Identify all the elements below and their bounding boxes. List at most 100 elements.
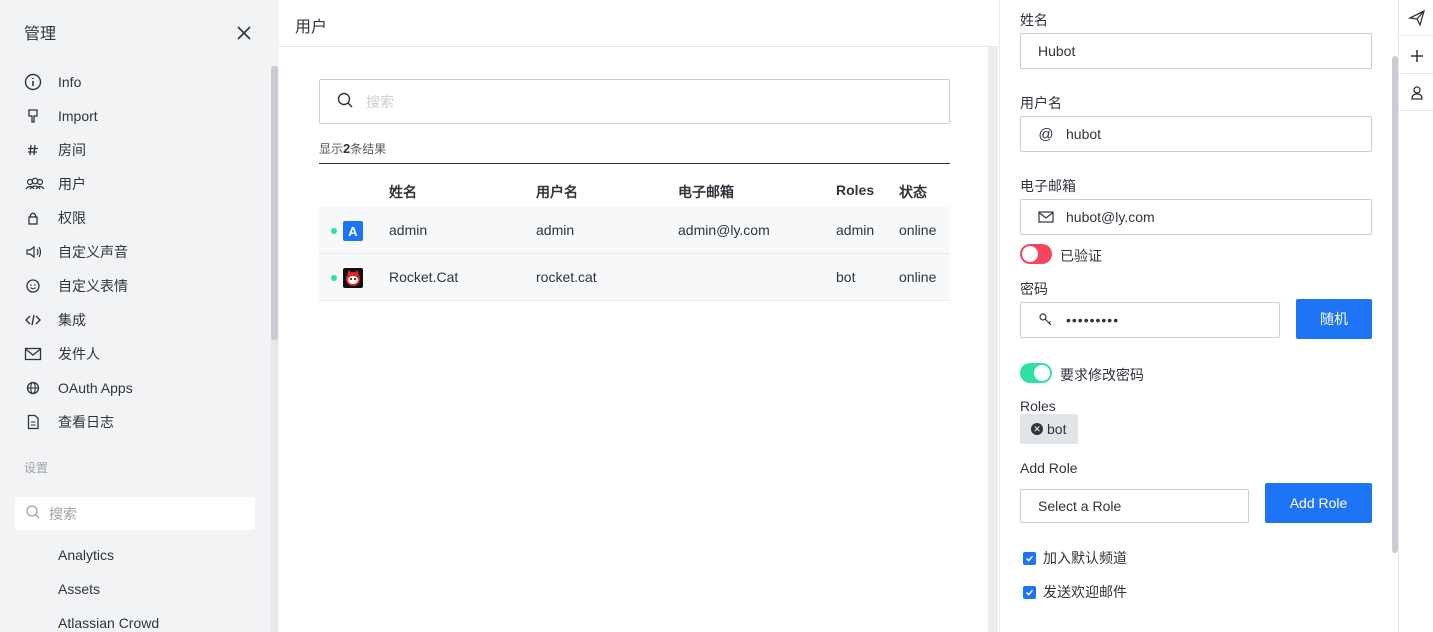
sidebar-item-label: 自定义声音 — [58, 244, 128, 260]
user-edit-panel: 姓名 Hubot 用户名 @ hubot 电子邮箱 hubot@ly.com 已… — [999, 0, 1398, 632]
sidebar-item-label: OAuth Apps — [58, 380, 133, 396]
email-label: 电子邮箱 — [1020, 178, 1076, 194]
avatar: A — [343, 221, 363, 241]
role-select[interactable]: Select a Role — [1020, 489, 1249, 523]
code-icon — [24, 310, 50, 330]
globe-icon — [24, 378, 50, 398]
cell-name: Rocket.Cat — [389, 269, 459, 285]
column-header-username[interactable]: 用户名 — [536, 182, 578, 202]
column-header-email[interactable]: 电子邮箱 — [678, 182, 734, 202]
page-title: 用户 — [295, 19, 328, 36]
sidebar-item-mailer[interactable]: 发件人 — [24, 340, 264, 368]
table-row[interactable]: Rocket.Cat rocket.cat bot online — [319, 254, 950, 301]
sidebar-item-rooms[interactable]: 房间 — [24, 136, 264, 164]
key-icon — [1038, 312, 1054, 328]
volume-icon — [24, 242, 50, 262]
cell-status: online — [899, 269, 937, 285]
column-header-roles[interactable]: Roles — [836, 182, 874, 198]
close-icon[interactable] — [234, 23, 254, 43]
result-prefix: 显示 — [319, 142, 344, 156]
sidebar-scrollbar[interactable] — [271, 66, 278, 340]
password-label: 密码 — [1020, 281, 1048, 297]
email-field[interactable]: hubot@ly.com — [1020, 199, 1372, 235]
sidebar-item-users[interactable]: 用户 — [24, 170, 264, 198]
remove-role-icon[interactable]: ✕ — [1031, 423, 1043, 435]
role-chip[interactable]: ✕ bot — [1020, 414, 1078, 444]
sidebar-item-custom-sounds[interactable]: 自定义声音 — [24, 238, 264, 266]
sidebar-item-import[interactable]: Import — [24, 102, 264, 130]
sidebar-search[interactable] — [15, 497, 255, 530]
users-main: 用户 显示2条结果 姓名 用户名 电子邮箱 Roles 状态 A admin a… — [279, 0, 999, 632]
right-toolbar — [1398, 0, 1433, 632]
email-value: hubot@ly.com — [1066, 209, 1155, 225]
random-password-button[interactable]: 随机 — [1296, 299, 1372, 339]
password-field[interactable]: ••••••••• — [1020, 302, 1280, 338]
username-field[interactable]: @ hubot — [1020, 116, 1372, 152]
info-icon — [24, 72, 50, 92]
verified-toggle[interactable] — [1020, 244, 1052, 264]
document-icon — [24, 412, 50, 432]
sidebar-item-integrations[interactable]: 集成 — [24, 306, 264, 334]
result-suffix: 条结果 — [350, 142, 387, 156]
send-icon[interactable] — [1399, 0, 1433, 36]
checkbox-checked-icon[interactable] — [1023, 585, 1036, 599]
send-welcome-email-checkbox[interactable]: 发送欢迎邮件 — [1023, 582, 1127, 602]
require-password-change-toggle[interactable] — [1020, 363, 1052, 383]
rocket-cat-icon — [346, 270, 360, 286]
sidebar-item-oauth-apps[interactable]: OAuth Apps — [24, 374, 264, 402]
add-role-button[interactable]: Add Role — [1265, 483, 1372, 523]
join-default-channels-checkbox[interactable]: 加入默认频道 — [1023, 548, 1127, 568]
name-field[interactable]: Hubot — [1020, 33, 1372, 69]
team-icon — [24, 174, 50, 194]
name-label: 姓名 — [1020, 12, 1048, 28]
sidebar-title: 管理 — [24, 26, 57, 43]
emoji-icon — [24, 276, 50, 296]
sidebar-item-label: Info — [58, 74, 82, 90]
sidebar-item-label: 房间 — [58, 142, 86, 158]
name-value: Hubot — [1038, 43, 1076, 59]
mail-icon — [24, 344, 50, 364]
role-select-value: Select a Role — [1038, 498, 1122, 514]
settings-item-atlassian-crowd[interactable]: Atlassian Crowd — [58, 615, 159, 631]
hashtag-icon — [24, 140, 50, 160]
lock-icon — [24, 208, 50, 228]
search-icon — [25, 504, 41, 523]
sidebar-item-label: 用户 — [58, 176, 86, 192]
cell-name: admin — [389, 222, 428, 238]
verified-label: 已验证 — [1060, 248, 1102, 264]
table-row[interactable]: A admin admin admin@ly.com admin online — [319, 207, 950, 254]
sidebar-item-label: Import — [58, 108, 98, 124]
sidebar-item-label: 发件人 — [58, 346, 100, 362]
sidebar-search-input[interactable] — [49, 505, 229, 522]
toggle-knob — [1022, 246, 1038, 262]
settings-item-assets[interactable]: Assets — [58, 581, 100, 597]
roles-label: Roles — [1020, 398, 1056, 414]
require-password-change-label: 要求修改密码 — [1060, 367, 1144, 383]
sidebar-item-label: 自定义表情 — [58, 278, 128, 294]
username-value: hubot — [1066, 126, 1102, 142]
users-search-input[interactable] — [366, 93, 926, 110]
users-search[interactable] — [319, 79, 950, 124]
column-header-status[interactable]: 状态 — [899, 182, 927, 202]
settings-item-analytics[interactable]: Analytics — [58, 547, 114, 563]
add-role-label: Add Role — [1020, 460, 1078, 476]
admin-sidebar: 管理 Info Import 房间 用户 权限 自定义声音 自定义表情 集成 发… — [0, 0, 279, 632]
sidebar-item-permissions[interactable]: 权限 — [24, 204, 264, 232]
checkbox-checked-icon[interactable] — [1023, 551, 1036, 565]
send-welcome-email-label: 发送欢迎邮件 — [1043, 584, 1127, 600]
sidebar-item-info[interactable]: Info — [24, 68, 264, 96]
cell-username: admin — [536, 222, 575, 238]
sidebar-item-label: 集成 — [58, 312, 86, 328]
user-icon[interactable] — [1399, 75, 1433, 111]
cell-roles: bot — [836, 269, 856, 285]
avatar — [343, 268, 363, 288]
plus-icon[interactable] — [1399, 38, 1433, 74]
toggle-knob — [1034, 365, 1050, 381]
column-header-name[interactable]: 姓名 — [389, 182, 417, 202]
main-scrollbar[interactable] — [988, 47, 998, 632]
role-chip-label: bot — [1047, 421, 1067, 437]
sidebar-item-custom-emoji[interactable]: 自定义表情 — [24, 272, 264, 300]
sidebar-item-view-logs[interactable]: 查看日志 — [24, 408, 264, 436]
import-icon — [24, 106, 50, 126]
result-count: 显示2条结果 — [319, 140, 386, 157]
